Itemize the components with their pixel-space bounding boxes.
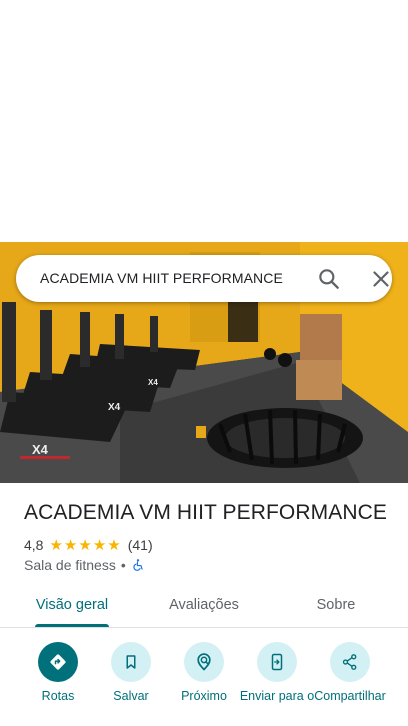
svg-text:X4: X4: [148, 378, 158, 387]
star-icon: ★: [78, 536, 92, 554]
svg-text:X4: X4: [108, 402, 121, 413]
tab-reviews[interactable]: Avaliações: [154, 586, 254, 626]
share-icon: [330, 642, 370, 682]
share-label: Compartilhar: [314, 689, 386, 703]
star-icon: ★: [49, 536, 63, 554]
wheelchair-icon: [131, 558, 145, 572]
rating-value: 4,8: [24, 537, 44, 553]
nearby-button[interactable]: Próximo: [164, 640, 244, 726]
save-button[interactable]: Salvar: [91, 640, 171, 726]
send-to-phone-icon: [257, 642, 297, 682]
place-title: ACADEMIA VM HIIT PERFORMANCE: [24, 501, 387, 524]
share-button[interactable]: Compartilhar: [310, 640, 390, 726]
send-to-phone-label: Enviar para o: [239, 689, 315, 703]
rating-stars: ★ ★ ★ ★ ★: [49, 538, 121, 553]
search-input[interactable]: ACADEMIA VM HIIT PERFORMANCE: [40, 255, 283, 302]
bookmark-icon: [111, 642, 151, 682]
nearby-icon: [184, 642, 224, 682]
star-icon: ★: [63, 536, 78, 554]
directions-label: Rotas: [41, 689, 75, 703]
search-icon[interactable]: [316, 266, 342, 292]
rating-row[interactable]: 4,8 ★ ★ ★ ★ ★ (41): [24, 536, 153, 554]
active-tab-indicator: [35, 624, 109, 627]
send-to-phone-button[interactable]: Enviar para o: [237, 640, 317, 726]
search-bar[interactable]: ACADEMIA VM HIIT PERFORMANCE: [16, 255, 392, 302]
place-tabs: Visão geral Avaliações Sobre: [0, 586, 408, 628]
directions-button[interactable]: Rotas: [18, 640, 98, 726]
separator-dot: •: [120, 557, 126, 573]
svg-text:X4: X4: [32, 442, 49, 457]
tab-overview[interactable]: Visão geral: [22, 586, 122, 626]
star-icon: ★: [92, 536, 107, 554]
tab-about[interactable]: Sobre: [286, 586, 386, 626]
place-category: Sala de fitness: [24, 557, 116, 573]
review-count: (41): [127, 537, 153, 553]
category-row: Sala de fitness •: [24, 556, 145, 574]
close-icon[interactable]: [368, 266, 394, 292]
app-screen: X4 X4 X4 ACADEMIA VM HIIT PERFORMANCE AC…: [0, 0, 408, 726]
star-icon: ★: [107, 536, 121, 554]
nearby-label: Próximo: [181, 689, 227, 703]
save-label: Salvar: [113, 689, 149, 703]
directions-icon: [38, 642, 78, 682]
action-bar: Rotas Salvar Próximo Enviar para o Compa…: [0, 640, 408, 726]
